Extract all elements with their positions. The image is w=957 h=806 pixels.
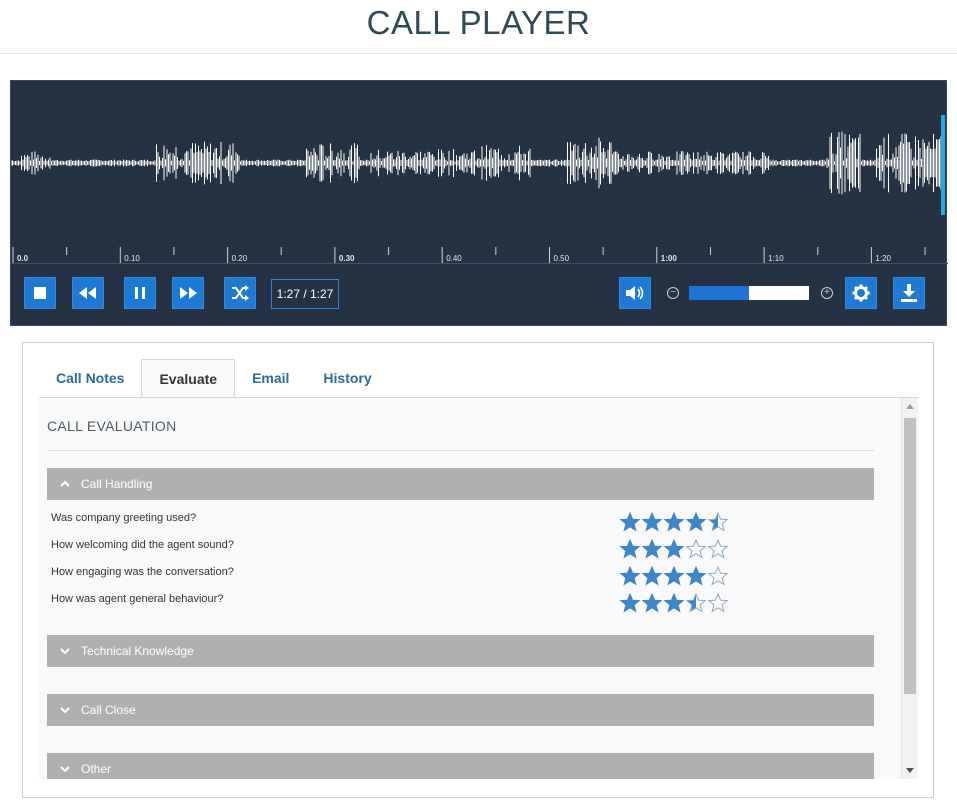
question-text: How welcoming did the agent sound? — [51, 539, 234, 551]
timeline-label: 1:10 — [768, 254, 784, 263]
question-row: How was agent general behaviour? — [51, 593, 871, 615]
call-player: 0.0 0.10 0.20 0.30 0.40 0.50 1:00 1:10 1:20 1:27… — [10, 80, 948, 326]
accordion-label: Call Close — [81, 703, 136, 717]
timeline-label: 0.0 — [17, 254, 29, 263]
shuffle-button[interactable] — [224, 277, 256, 309]
star-empty-icon[interactable] — [707, 539, 729, 559]
controls-divider — [11, 263, 948, 264]
star-empty-icon[interactable] — [707, 566, 729, 586]
playhead-cursor[interactable] — [941, 115, 945, 215]
accordion-other[interactable]: Other — [47, 753, 874, 779]
tab-email[interactable]: Email — [235, 359, 306, 397]
chevron-up-icon — [60, 480, 70, 487]
timeline-label: 0.20 — [232, 254, 248, 263]
zoom-slider[interactable] — [689, 286, 809, 300]
star-full-icon[interactable] — [641, 539, 663, 559]
shuffle-icon — [232, 285, 249, 301]
star-empty-icon[interactable] — [707, 593, 729, 613]
star-full-icon[interactable] — [619, 539, 641, 559]
star-rating[interactable] — [619, 566, 729, 586]
chevron-down-icon — [60, 707, 70, 714]
section-title: CALL EVALUATION — [47, 418, 177, 434]
chevron-down-icon — [60, 766, 70, 773]
question-row: How engaging was the conversation? — [51, 566, 871, 588]
waveform-path — [11, 131, 943, 195]
timeline-label: 0.10 — [124, 254, 140, 263]
star-full-icon[interactable] — [641, 593, 663, 613]
star-full-icon[interactable] — [663, 539, 685, 559]
vertical-scrollbar[interactable] — [901, 398, 917, 779]
star-full-icon[interactable] — [685, 566, 707, 586]
star-half-icon[interactable] — [707, 512, 729, 532]
timeline-ruler[interactable]: 0.0 0.10 0.20 0.30 0.40 0.50 1:00 1:10 1:20 — [11, 241, 948, 265]
star-full-icon[interactable] — [663, 593, 685, 613]
question-text: Was company greeting used? — [51, 512, 197, 524]
star-full-icon[interactable] — [619, 512, 641, 532]
question-row: How welcoming did the agent sound? — [51, 539, 871, 561]
fast-forward-button[interactable] — [172, 277, 204, 309]
timeline-label: 0.30 — [339, 254, 355, 263]
accordion-technical-knowledge[interactable]: Technical Knowledge — [47, 635, 874, 667]
scroll-down-arrow-icon[interactable] — [906, 768, 914, 773]
star-full-icon[interactable] — [663, 512, 685, 532]
star-full-icon[interactable] — [641, 512, 663, 532]
zoom-in-icon[interactable]: + — [821, 287, 833, 299]
rewind-button[interactable] — [72, 277, 104, 309]
star-empty-icon[interactable] — [685, 539, 707, 559]
gear-icon — [852, 284, 870, 302]
audio-waveform[interactable] — [11, 81, 948, 261]
timeline-label: 0.40 — [446, 254, 462, 263]
zoom-out-icon[interactable]: − — [667, 287, 679, 299]
volume-icon — [626, 286, 644, 300]
accordion-call-handling[interactable]: Call Handling — [47, 468, 874, 500]
section-divider — [47, 450, 874, 451]
star-full-icon[interactable] — [619, 593, 641, 613]
star-full-icon[interactable] — [685, 512, 707, 532]
download-button[interactable] — [893, 277, 925, 309]
page-title: CALL PLAYER — [0, 0, 957, 54]
time-display: 1:27 / 1:27 — [271, 279, 339, 309]
timeline-label: 1:20 — [875, 254, 891, 263]
evaluate-tab-content: CALL EVALUATION Call Handling Was compan… — [39, 397, 919, 779]
star-full-icon[interactable] — [663, 566, 685, 586]
chevron-down-icon — [60, 648, 70, 655]
star-half-icon[interactable] — [685, 593, 707, 613]
tab-bar: Call Notes Evaluate Email History — [39, 359, 389, 398]
stop-icon — [34, 287, 46, 299]
star-rating[interactable] — [619, 539, 729, 559]
zoom-slider-fill — [689, 286, 749, 300]
star-rating[interactable] — [619, 593, 729, 613]
question-text: How engaging was the conversation? — [51, 566, 234, 578]
tab-evaluate[interactable]: Evaluate — [141, 359, 236, 398]
accordion-label: Technical Knowledge — [81, 644, 194, 658]
accordion-label: Call Handling — [81, 477, 153, 491]
star-rating[interactable] — [619, 512, 729, 532]
accordion-label: Other — [81, 762, 112, 776]
tab-call-notes[interactable]: Call Notes — [39, 359, 141, 397]
rewind-icon — [79, 287, 96, 299]
question-text: How was agent general behaviour? — [51, 593, 224, 605]
pause-icon — [135, 287, 145, 299]
settings-button[interactable] — [845, 277, 877, 309]
download-icon — [901, 284, 917, 302]
tab-history[interactable]: History — [306, 359, 388, 397]
scrollbar-thumb[interactable] — [904, 418, 916, 694]
timeline-label: 0.50 — [554, 254, 570, 263]
timeline-label: 1:00 — [661, 254, 678, 263]
star-full-icon[interactable] — [619, 566, 641, 586]
pause-button[interactable] — [124, 277, 156, 309]
stop-button[interactable] — [24, 277, 56, 309]
evaluation-panel: Call Notes Evaluate Email History CALL E… — [22, 342, 934, 798]
star-full-icon[interactable] — [641, 566, 663, 586]
fast-forward-icon — [180, 287, 197, 299]
question-row: Was company greeting used? — [51, 512, 871, 534]
volume-button[interactable] — [619, 277, 651, 309]
scroll-up-arrow-icon[interactable] — [906, 404, 914, 409]
accordion-call-close[interactable]: Call Close — [47, 694, 874, 726]
